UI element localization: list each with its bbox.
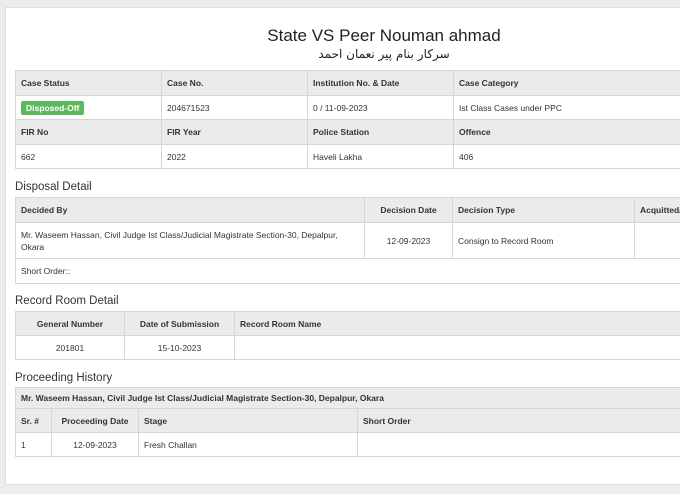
- header-case-category: Case Category: [453, 70, 680, 96]
- record-room-table: General Number Date of Submission Record…: [15, 311, 680, 360]
- disposal-table: Decided By Decision Date Decision Type A…: [15, 197, 680, 284]
- case-detail-card: State VS Peer Nouman ahmad سرکار بنام پی…: [5, 7, 680, 485]
- date-of-submission-value: 15-10-2023: [124, 335, 235, 360]
- proceeding-table: Mr. Waseem Hassan, Civil Judge Ist Class…: [14, 387, 680, 457]
- header-proceeding-date: Proceeding Date: [51, 408, 139, 433]
- page-subtitle-urdu: سرکار بنام پیر نعمان احمد: [318, 47, 450, 61]
- header-stage: Stage: [138, 408, 358, 433]
- record-room-section-title: Record Room Detail: [15, 295, 119, 307]
- header-police-station: Police Station: [307, 119, 454, 145]
- header-date-of-submission: Date of Submission: [124, 311, 235, 336]
- page-title: State VS Peer Nouman ahmad: [267, 26, 501, 45]
- case-no-value: 204671523: [161, 95, 308, 120]
- header-decided-by: Decided By: [15, 197, 365, 223]
- offence-value: 406: [453, 144, 680, 169]
- header-institution: Institution No. & Date: [307, 70, 454, 96]
- status-badge: Disposed-Off: [21, 100, 85, 115]
- header-acquitted: Acquitted/: [634, 197, 680, 223]
- table-row: 1 12-09-2023 Fresh Challan: [15, 432, 680, 457]
- header-short-order: Short Order: [356, 408, 680, 433]
- header-case-no: Case No.: [161, 70, 308, 96]
- police-station-value: Haveli Lakha: [307, 144, 454, 169]
- decided-by-value: Mr. Waseem Hassan, Civil Judge Ist Class…: [15, 222, 365, 259]
- fir-no-value: 662: [15, 144, 162, 169]
- proceeding-section-title: Proceeding History: [15, 372, 113, 384]
- header-case-status: Case Status: [15, 70, 162, 96]
- header-decision-date: Decision Date: [364, 197, 453, 223]
- header-record-room-name: Record Room Name: [234, 311, 680, 336]
- proceeding-date-value: 12-09-2023: [51, 432, 139, 457]
- header-sr: Sr. #: [15, 408, 52, 433]
- proceeding-court-name: Mr. Waseem Hassan, Civil Judge Ist Class…: [14, 387, 680, 409]
- header-general-number: General Number: [15, 311, 125, 336]
- stage-value: Fresh Challan: [138, 432, 358, 457]
- header-decision-type: Decision Type: [452, 197, 635, 223]
- short-order-value: Short Order::: [15, 258, 680, 284]
- short-order-cell: [356, 432, 680, 457]
- disposal-section-title: Disposal Detail: [15, 181, 92, 193]
- case-info-table: Case Status Case No. Institution No. & D…: [15, 70, 680, 169]
- header-fir-year: FIR Year: [161, 119, 308, 145]
- fir-year-value: 2022: [161, 144, 308, 169]
- header-offence: Offence: [453, 119, 680, 145]
- general-number-value: 201801: [15, 335, 125, 360]
- record-room-name-value: [234, 335, 680, 360]
- case-category-value: Ist Class Cases under PPC: [453, 95, 680, 120]
- sr-value: 1: [15, 432, 52, 457]
- institution-value: 0 / 11-09-2023: [307, 95, 454, 120]
- case-status-cell: Disposed-Off: [15, 95, 162, 120]
- decision-type-value: Consign to Record Room: [452, 222, 635, 259]
- decision-date-value: 12-09-2023: [364, 222, 453, 259]
- acquitted-value: [634, 222, 680, 259]
- header-fir-no: FIR No: [15, 119, 162, 145]
